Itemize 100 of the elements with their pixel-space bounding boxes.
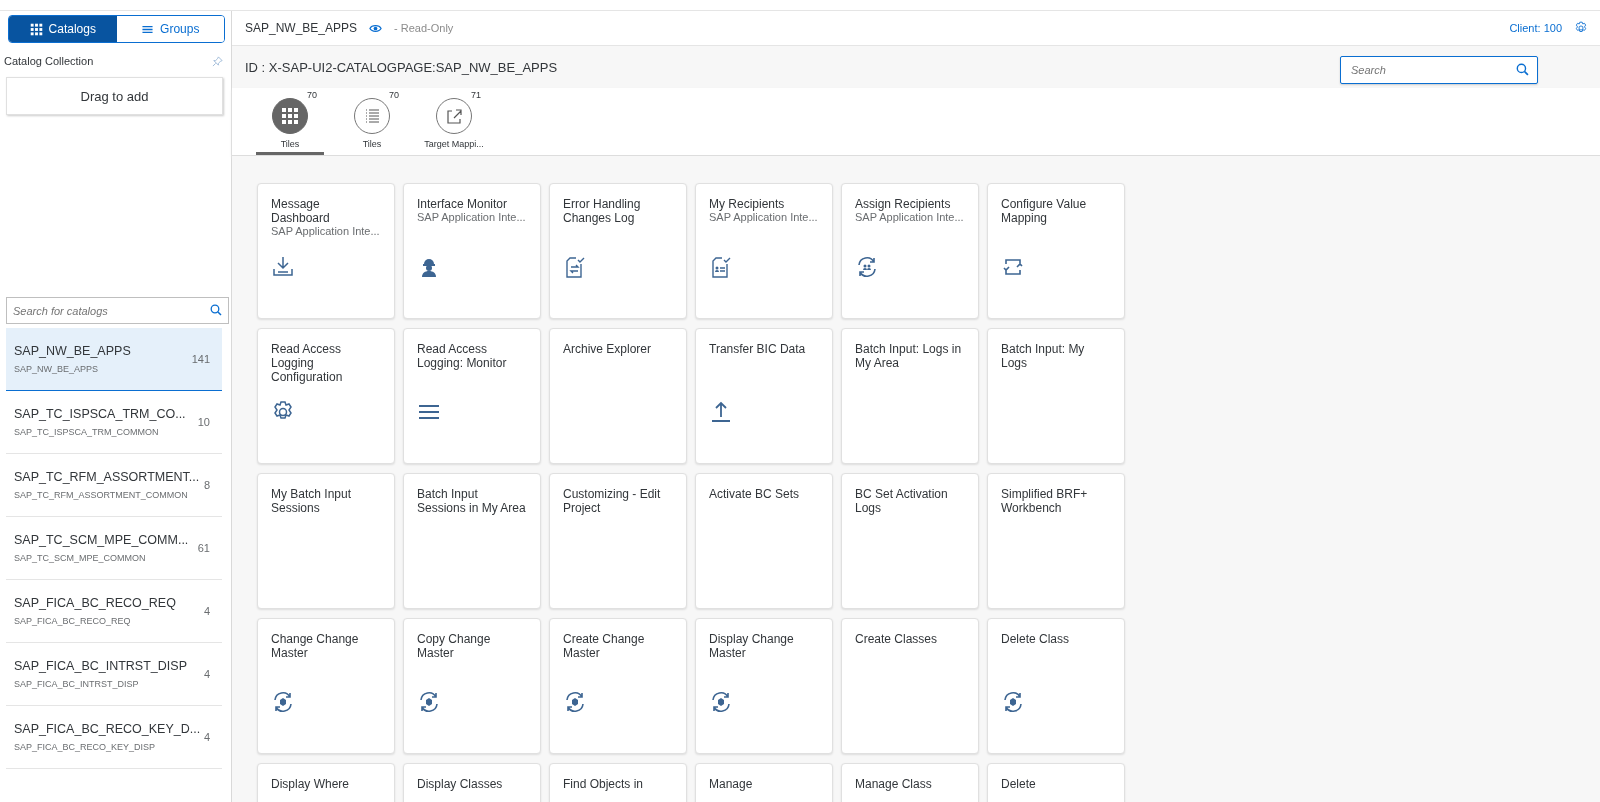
settings-icon[interactable] [1574, 21, 1588, 35]
app-tile[interactable]: Simplified BRF+ Workbench [987, 473, 1125, 609]
catalog-id: SAP_FICA_BC_RECO_KEY_DISP [14, 742, 157, 752]
grid-icon [29, 22, 43, 36]
tile-subtitle: SAP Application Inte... [271, 225, 381, 237]
tile-title: Transfer BIC Data [709, 342, 807, 356]
app-tile[interactable]: Batch Input Sessions in My Area [403, 473, 541, 609]
tab-count: 70 [307, 90, 317, 100]
sync-cube-icon [271, 690, 295, 714]
tile-title: Display Change Master [709, 632, 795, 660]
catalog-list-item[interactable]: SAP_TC_SCM_MPE_COMM... SAP_TC_SCM_MPE_COMMON 61 [6, 517, 222, 580]
list-icon [363, 107, 381, 125]
tile-title: Change Change Master [271, 632, 360, 660]
app-tile[interactable]: Archive Explorer [549, 328, 687, 464]
app-tile[interactable]: Create Change Master [549, 618, 687, 754]
catalog-count: 10 [197, 416, 210, 428]
catalog-list-item[interactable]: SAP_NW_BE_APPS SAP_NW_BE_APPS 141 [6, 328, 222, 391]
app-tile[interactable]: My Batch Input Sessions [257, 473, 395, 609]
app-tile[interactable]: Read Access Logging Configuration [257, 328, 395, 464]
app-tile[interactable]: Manage [695, 763, 833, 802]
app-tile[interactable]: Copy Change Master [403, 618, 541, 754]
app-tile[interactable]: Message Dashboard SAP Application Inte... [257, 183, 395, 319]
document-arrows-icon [563, 255, 587, 279]
tile-subtitle: SAP Application Inte... [417, 211, 527, 223]
icon-tab[interactable]: 70 Tiles [338, 88, 406, 155]
app-tile[interactable]: BC Set Activation Logs [841, 473, 979, 609]
app-tile[interactable]: Transfer BIC Data [695, 328, 833, 464]
catalog-count: 141 [191, 353, 210, 365]
icon-tab[interactable]: 71 Target Mappi... [420, 88, 488, 155]
app-tile[interactable]: Display Where [257, 763, 395, 802]
sync-cube-icon [1001, 690, 1025, 714]
app-tile[interactable]: Configure Value Mapping [987, 183, 1125, 319]
document-person-icon [709, 255, 733, 279]
app-tile[interactable]: Customizing - Edit Project [549, 473, 687, 609]
app-tile[interactable]: Delete [987, 763, 1125, 802]
app-tile[interactable]: Manage Class [841, 763, 979, 802]
tile-title: Read Access Logging Configuration [271, 342, 344, 384]
sync-people-icon [855, 255, 879, 279]
catalog-list-item[interactable]: SAP_FICA_BC_INTRST_DISP SAP_FICA_BC_INTRST_DISP 4 [6, 643, 222, 706]
app-tile[interactable]: Assign Recipients SAP Application Inte... [841, 183, 979, 319]
tile-title: Configure Value Mapping [1001, 197, 1088, 225]
app-tile[interactable]: Delete Class [987, 618, 1125, 754]
catalog-list-item[interactable]: SAP_TC_ISPSCA_TRM_CO... SAP_TC_ISPSCA_TRM_COMMON 10 [6, 391, 222, 454]
catalog-count: 61 [197, 542, 210, 554]
catalog-count: 4 [203, 668, 210, 680]
app-tile[interactable]: Display Classes [403, 763, 541, 802]
upload-icon [709, 400, 733, 424]
tile-title: Manage Class [855, 777, 933, 791]
app-tile[interactable]: Change Change Master [257, 618, 395, 754]
tile-title: Manage [709, 777, 754, 791]
search-icon[interactable] [1516, 63, 1529, 76]
tile-title: Display Classes [417, 777, 504, 791]
tile-title: Error Handling Changes Log [563, 197, 642, 225]
app-tile[interactable]: Batch Input: Logs in My Area [841, 328, 979, 464]
app-tile[interactable]: Interface Monitor SAP Application Inte... [403, 183, 541, 319]
app-tile[interactable]: Read Access Logging: Monitor [403, 328, 541, 464]
catalog-count: 4 [203, 731, 210, 743]
tile-title: Message Dashboard [271, 197, 331, 225]
tile-title: BC Set Activation Logs [855, 487, 949, 515]
tile-title: Batch Input: My Logs [1001, 342, 1086, 370]
tile-title: Delete [1001, 777, 1037, 791]
catalog-id: SAP_FICA_BC_INTRST_DISP [14, 679, 140, 689]
sync-cube-icon [563, 690, 587, 714]
search-icon[interactable] [210, 304, 222, 316]
catalog-id: SAP_NW_BE_APPS [14, 364, 100, 374]
search-field[interactable]: Search [1340, 56, 1538, 84]
tile-title: Batch Input Sessions in My Area [417, 487, 527, 515]
tile-title: My Recipients [709, 197, 786, 211]
app-tile[interactable]: My Recipients SAP Application Inte... [695, 183, 833, 319]
catalog-name: SAP_FICA_BC_RECO_KEY_D... [14, 722, 200, 736]
tab-count: 70 [389, 90, 399, 100]
tile-title: Read Access Logging: Monitor [417, 342, 508, 370]
search-field[interactable]: Search for catalogs [6, 297, 229, 324]
catalog-list-item[interactable]: SAP_FICA_BC_RECO_KEY_D... SAP_FICA_BC_RECO_KEY_DISP 4 [6, 706, 222, 769]
catalog-name: SAP_TC_SCM_MPE_COMM... [14, 533, 190, 547]
app-tile[interactable]: Find Objects in [549, 763, 687, 802]
catalog-name: SAP_TC_RFM_ASSORTMENT... [14, 470, 200, 484]
catalog-id: SAP_TC_SCM_MPE_COMMON [14, 553, 147, 563]
app-tile[interactable]: Batch Input: My Logs [987, 328, 1125, 464]
catalog-list-item[interactable]: SAP_TC_RFM_ASSORTMENT... SAP_TC_RFM_ASSORTMENT_COMMON 8 [6, 454, 222, 517]
client-link[interactable]: Client: 100 [1509, 22, 1562, 34]
tile-title: Simplified BRF+ Workbench [1001, 487, 1089, 515]
app-tile[interactable]: Create Classes [841, 618, 979, 754]
catalogs-toggle[interactable]: Catalogs [9, 16, 117, 42]
tile-title: Interface Monitor [417, 197, 509, 211]
catalog-name: SAP_FICA_BC_INTRST_DISP [14, 659, 188, 673]
catalog-list-item[interactable]: SAP_FICA_BC_RECO_REQ SAP_FICA_BC_RECO_REQ 4 [6, 580, 222, 643]
tile-title: Delete Class [1001, 632, 1071, 646]
app-tile[interactable]: Activate BC Sets [695, 473, 833, 609]
tile-title: Copy Change Master [417, 632, 492, 660]
sync-cube-icon [709, 690, 733, 714]
app-tile[interactable]: Error Handling Changes Log [549, 183, 687, 319]
catalog-name: SAP_FICA_BC_RECO_REQ [14, 596, 177, 610]
tile-title: Create Change Master [563, 632, 646, 660]
section-title: Catalog Collection [4, 55, 94, 67]
sync-cube-icon [417, 690, 441, 714]
catalog-id: SAP_TC_ISPSCA_TRM_COMMON [14, 427, 160, 437]
catalog-count: 8 [203, 479, 210, 491]
tile-title: Batch Input: Logs in My Area [855, 342, 963, 370]
app-tile[interactable]: Display Change Master [695, 618, 833, 754]
